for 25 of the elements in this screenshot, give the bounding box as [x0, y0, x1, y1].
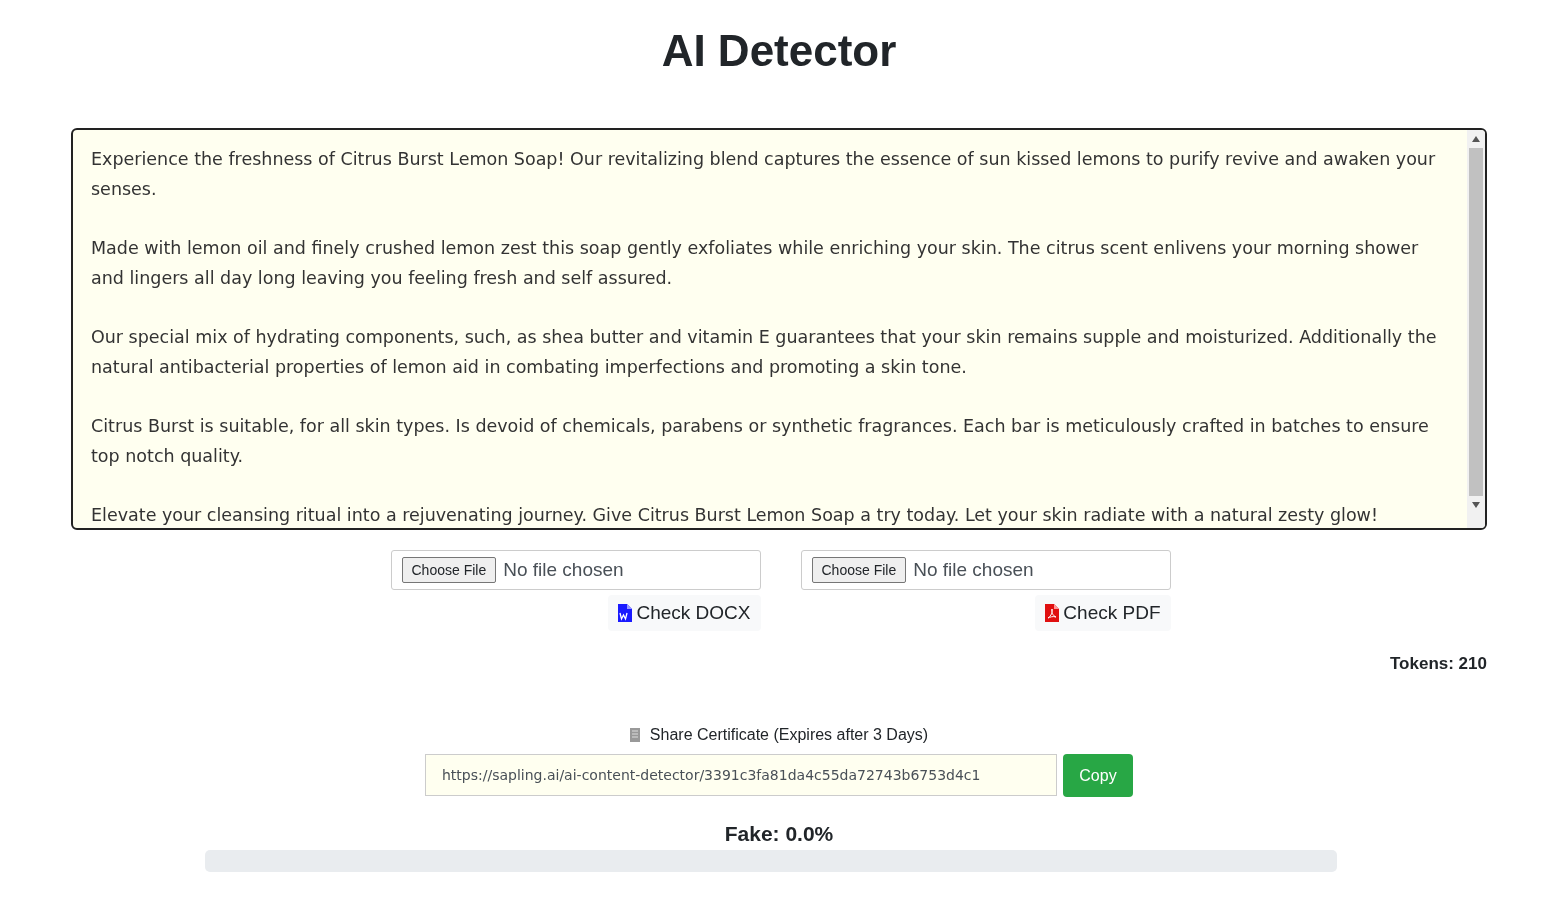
choose-file-button[interactable]: Choose File [811, 557, 907, 583]
choose-file-button[interactable]: Choose File [401, 557, 497, 583]
word-document-icon [618, 604, 633, 622]
share-url-field[interactable]: https://sapling.ai/ai-content-detector/3391c3fa81da4c55da72743b6753d4c1 [425, 754, 1057, 796]
scroll-down-icon[interactable] [1472, 502, 1480, 508]
text-paragraph: Citrus Burst is suitable, for all skin types. Is devoid of chemicals, parabens or synthetic fragrances. Each bar is meticulously crafted in batches to ensure top notch quality. [91, 415, 1430, 468]
share-certificate-label: Share Certificate (Expires after 3 Days) [649, 726, 929, 744]
pdf-document-icon [1045, 604, 1060, 622]
scrollbar[interactable] [1467, 130, 1485, 528]
text-paragraph: Experience the freshness of Citrus Burst Lemon Soap! Our revitalizing blend captures the essence of sun kissed lemons to purify revive and awaken your senses. [91, 148, 1437, 201]
text-paragraph: Elevate your cleansing ritual into a rejuvenating journey. Give Citrus Burst Lemon Soap a try today. Let your skin radiate with a natural zesty glow! [91, 504, 1379, 527]
file-status: No file chosen [913, 559, 1034, 581]
check-docx-button[interactable]: Check DOCX [608, 595, 761, 631]
file-status: No file chosen [503, 559, 624, 581]
file-input[interactable]: Choose File No file chosen [390, 550, 761, 590]
file-input[interactable]: Choose File No file chosen [800, 550, 1171, 590]
text-input[interactable] [71, 128, 1487, 530]
fake-score: Fake: 0.0% [724, 822, 834, 846]
check-pdf-button[interactable]: Check PDF [1035, 595, 1171, 631]
token-count: Tokens: 210 [1390, 654, 1487, 674]
scroll-up-icon[interactable] [1472, 136, 1480, 142]
document-icon [629, 728, 640, 742]
text-paragraph: Made with lemon oil and finely crushed lemon zest this soap gently exfoliates while enriching your skin. The citrus scent enlivens your morning shower and lingers all day long leaving you feeling fresh and self assured. [91, 237, 1420, 290]
page-title: AI Detector [661, 26, 897, 76]
text-paragraph: Our special mix of hydrating components, such, as shea butter and vitamin E guarantees that your skin remains supple and moisturized. Additionally the natural antibacterial properties of lemon aid in combating imperfections and promoting a skin tone. [91, 326, 1438, 379]
